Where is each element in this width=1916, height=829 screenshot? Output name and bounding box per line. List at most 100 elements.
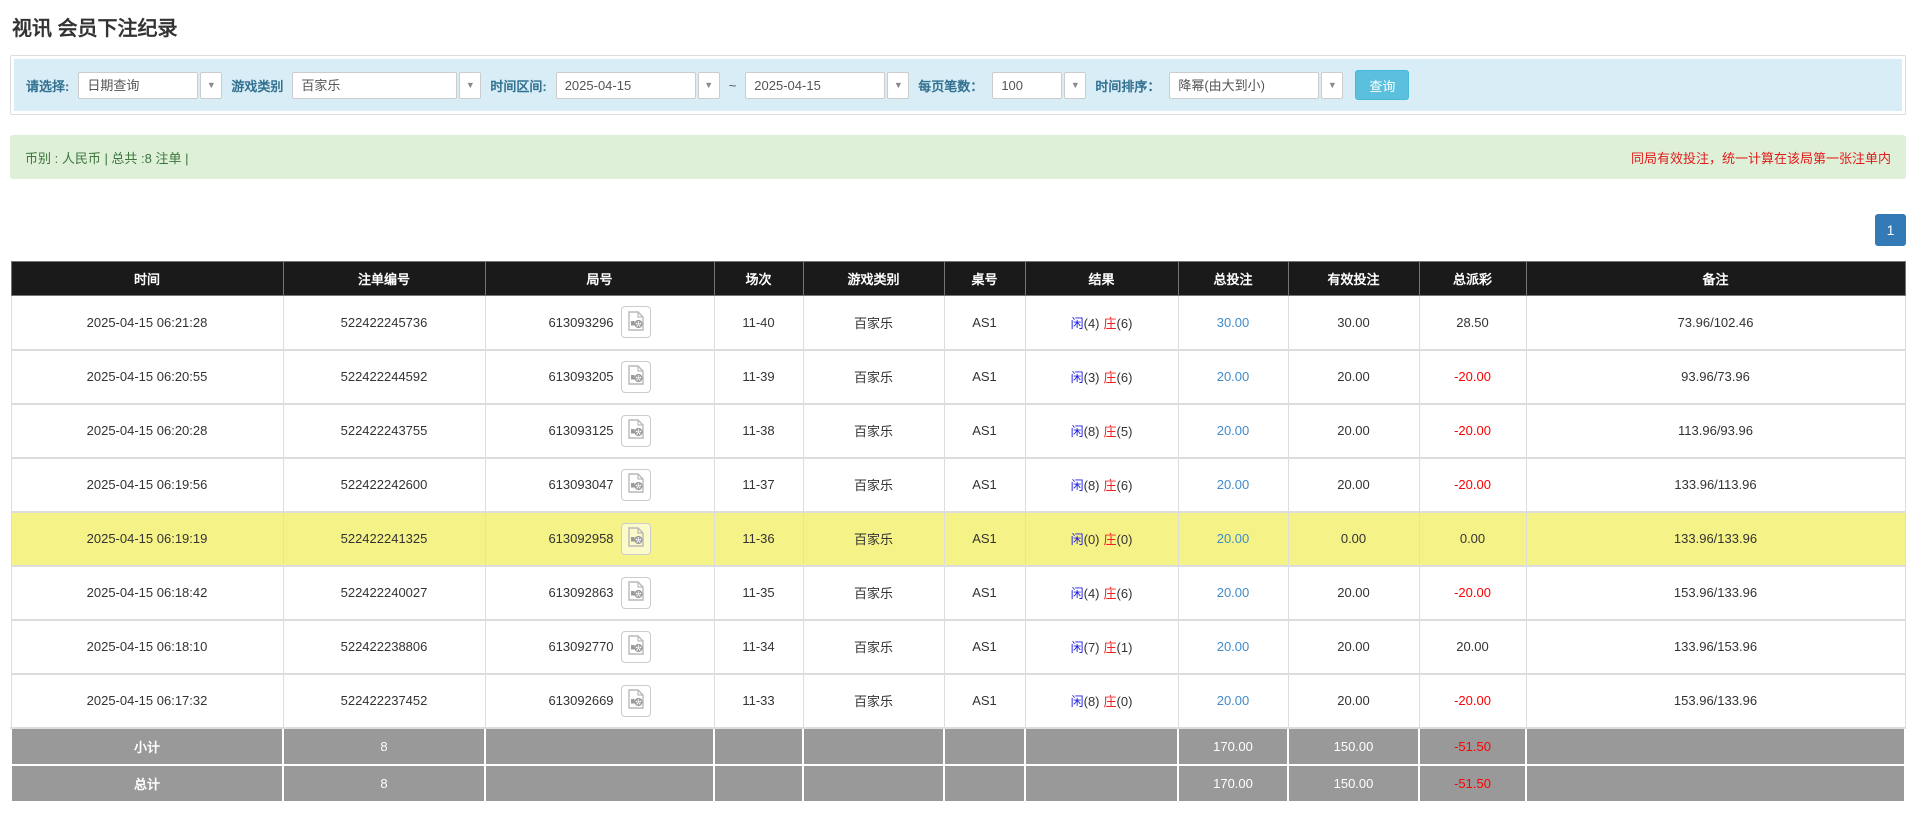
cell-session: 11-36 (714, 512, 803, 566)
cell-total-bet-link[interactable]: 20.00 (1178, 512, 1288, 566)
cell-bet-no: 522422237452 (283, 674, 485, 728)
sort-order-label: 时间排序： (1095, 76, 1160, 95)
cell-time: 2025-04-15 06:18:42 (11, 566, 283, 620)
sort-order-select[interactable]: 降幂(由大到小) ▼ (1169, 72, 1343, 99)
game-type-label: 游戏类别 (231, 76, 283, 95)
filter-bar: 请选择: 日期查询 ▼ 游戏类别 百家乐 ▼ 时间区间: 2025-04-15 … (14, 59, 1902, 111)
result-banker-label: 庄 (1104, 316, 1117, 331)
table-row: 2025-04-15 06:19:56522422242600613093047… (11, 458, 1905, 512)
result-player-label: 闲 (1071, 316, 1084, 331)
game-type-value[interactable]: 百家乐 (292, 72, 457, 99)
cell-note: 153.96/133.96 (1526, 566, 1905, 620)
result-banker-label: 庄 (1104, 694, 1117, 709)
page-size-select[interactable]: 100 ▼ (992, 72, 1086, 99)
video-file-icon (627, 689, 645, 712)
result-player-label: 闲 (1071, 640, 1084, 655)
table-row: 2025-04-15 06:21:28522422245736613093296… (11, 296, 1905, 350)
video-replay-button[interactable] (621, 306, 651, 338)
page-size-dropdown-button[interactable]: ▼ (1064, 72, 1086, 99)
table-row: 2025-04-15 06:20:55522422244592613093205… (11, 350, 1905, 404)
cell-round-no: 613092770 (485, 620, 714, 674)
cell-round-no: 613093205 (485, 350, 714, 404)
cell-table-no: AS1 (944, 458, 1025, 512)
result-player-label: 闲 (1071, 586, 1084, 601)
cell-session: 11-39 (714, 350, 803, 404)
cell-round-no: 613093047 (485, 458, 714, 512)
footer-empty-result (1025, 765, 1178, 802)
video-file-icon (627, 311, 645, 334)
footer-valid-bet: 150.00 (1288, 765, 1419, 802)
date-to-dropdown-button[interactable]: ▼ (887, 72, 909, 99)
video-replay-button[interactable] (621, 361, 651, 393)
cell-table-no: AS1 (944, 620, 1025, 674)
cell-result: 闲(8)庄(5) (1025, 404, 1178, 458)
result-banker-label: 庄 (1104, 640, 1117, 655)
cell-round-no: 613092669 (485, 674, 714, 728)
video-replay-button[interactable] (621, 415, 651, 447)
date-from-value[interactable]: 2025-04-15 (556, 72, 696, 99)
result-banker-value: (6) (1117, 316, 1133, 331)
query-type-select[interactable]: 日期查询 ▼ (78, 72, 222, 99)
sort-order-value[interactable]: 降幂(由大到小) (1169, 72, 1319, 99)
cell-bet-no: 522422242600 (283, 458, 485, 512)
cell-total-bet-link[interactable]: 20.00 (1178, 458, 1288, 512)
footer-empty-note (1526, 728, 1905, 765)
search-button[interactable]: 查询 (1355, 70, 1409, 100)
date-to-value[interactable]: 2025-04-15 (745, 72, 885, 99)
round-no-wrap: 613093205 (486, 361, 714, 393)
video-replay-button[interactable] (621, 685, 651, 717)
same-round-notice-text: 同局有效投注，统一计算在该局第一张注单内 (1631, 148, 1891, 167)
game-type-select[interactable]: 百家乐 ▼ (292, 72, 481, 99)
video-replay-button[interactable] (621, 469, 651, 501)
result-banker-label: 庄 (1104, 586, 1117, 601)
result-banker-value: (0) (1117, 694, 1133, 709)
query-type-value[interactable]: 日期查询 (78, 72, 198, 99)
result-player-value: (3) (1084, 370, 1100, 385)
col-valid-bet: 有效投注 (1288, 262, 1419, 296)
video-replay-button[interactable] (621, 577, 651, 609)
cell-valid-bet: 20.00 (1288, 620, 1419, 674)
cell-total-bet-link[interactable]: 20.00 (1178, 620, 1288, 674)
date-to-select[interactable]: 2025-04-15 ▼ (745, 72, 909, 99)
round-no-text: 613092863 (548, 585, 613, 600)
result-player-label: 闲 (1071, 532, 1084, 547)
page-size-value[interactable]: 100 (992, 72, 1062, 99)
cell-note: 133.96/153.96 (1526, 620, 1905, 674)
cell-result: 闲(7)庄(1) (1025, 620, 1178, 674)
cell-round-no: 613093296 (485, 296, 714, 350)
round-no-wrap: 613093125 (486, 415, 714, 447)
cell-note: 153.96/133.96 (1526, 674, 1905, 728)
cell-game-type: 百家乐 (803, 620, 944, 674)
cell-total-bet-link[interactable]: 20.00 (1178, 350, 1288, 404)
pagination-top: 1 (10, 214, 1906, 246)
result-banker-label: 庄 (1104, 370, 1117, 385)
cell-total-bet-link[interactable]: 30.00 (1178, 296, 1288, 350)
date-from-select[interactable]: 2025-04-15 ▼ (556, 72, 720, 99)
result-player-value: (0) (1084, 532, 1100, 547)
result-banker-value: (0) (1117, 532, 1133, 547)
cell-total-bet-link[interactable]: 20.00 (1178, 674, 1288, 728)
footer-empty-table (944, 728, 1025, 765)
result-player-value: (4) (1084, 586, 1100, 601)
table-footer: 小计8170.00150.00-51.50总计8170.00150.00-51.… (11, 728, 1905, 802)
cell-game-type: 百家乐 (803, 674, 944, 728)
cell-valid-bet: 20.00 (1288, 458, 1419, 512)
video-replay-button[interactable] (621, 631, 651, 663)
query-type-dropdown-button[interactable]: ▼ (200, 72, 222, 99)
date-from-dropdown-button[interactable]: ▼ (698, 72, 720, 99)
video-replay-button[interactable] (621, 523, 651, 555)
page-1-button[interactable]: 1 (1875, 214, 1906, 246)
cell-note: 113.96/93.96 (1526, 404, 1905, 458)
chevron-down-icon: ▼ (1071, 81, 1080, 90)
footer-payout: -51.50 (1419, 765, 1526, 802)
cell-total-bet-link[interactable]: 20.00 (1178, 404, 1288, 458)
cell-total-bet-link[interactable]: 20.00 (1178, 566, 1288, 620)
cell-valid-bet: 0.00 (1288, 512, 1419, 566)
cell-time: 2025-04-15 06:20:28 (11, 404, 283, 458)
sort-order-dropdown-button[interactable]: ▼ (1321, 72, 1343, 99)
game-type-dropdown-button[interactable]: ▼ (459, 72, 481, 99)
cell-note: 133.96/113.96 (1526, 458, 1905, 512)
time-range-label: 时间区间: (490, 76, 546, 95)
cell-result: 闲(0)庄(0) (1025, 512, 1178, 566)
cell-table-no: AS1 (944, 674, 1025, 728)
